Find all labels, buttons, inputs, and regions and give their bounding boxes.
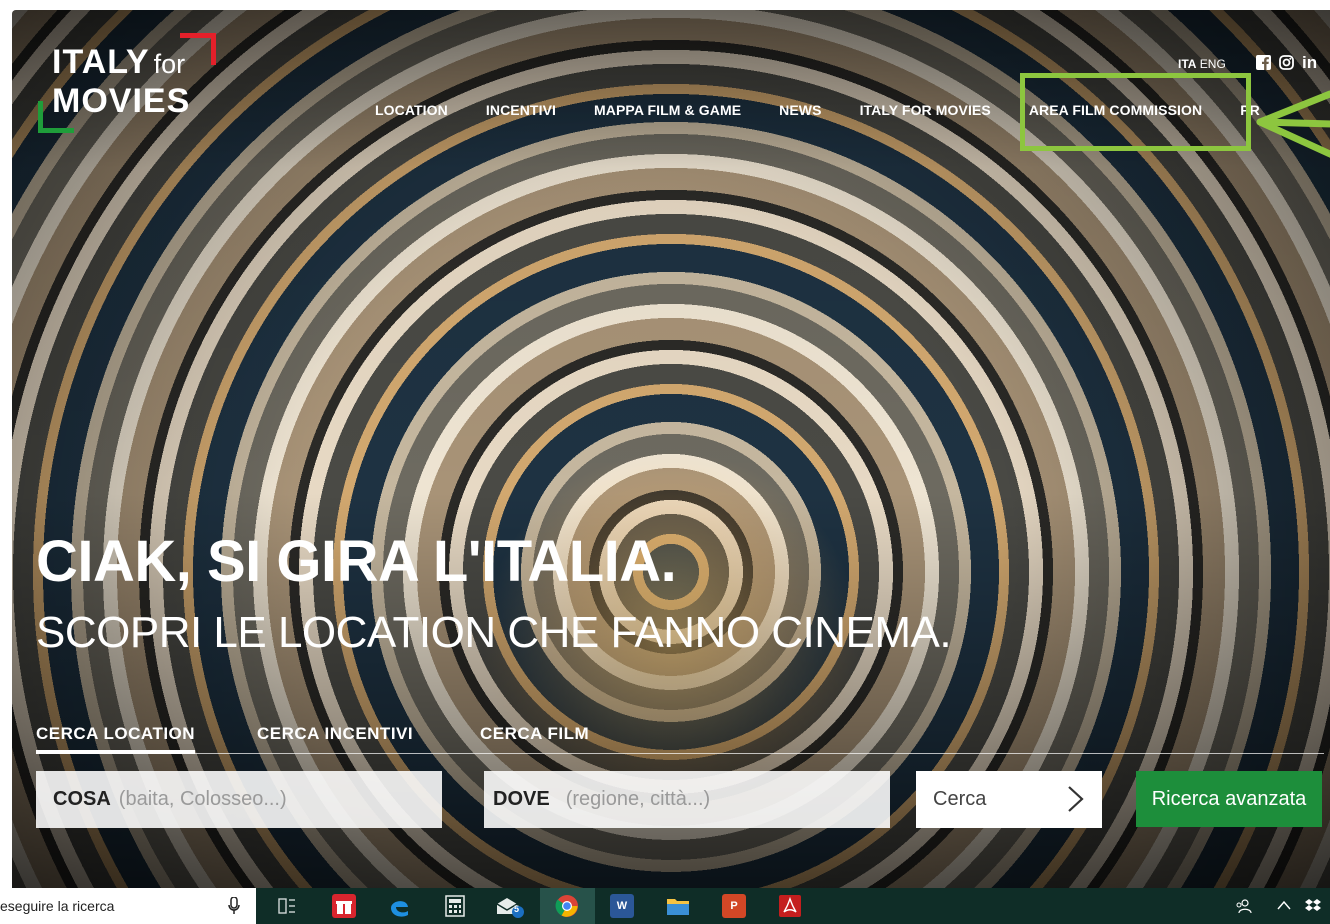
instagram-icon[interactable]: [1279, 55, 1294, 74]
hero-subline: SCOPRI LE LOCATION CHE FANNO CINEMA.: [36, 608, 952, 657]
file-explorer-icon[interactable]: [666, 894, 690, 918]
tab-cerca-film[interactable]: CERCA FILM: [480, 724, 589, 744]
chevron-right-icon: [1068, 786, 1084, 812]
dove-input[interactable]: DOVE (regione, città...): [484, 771, 890, 828]
cosa-label: COSA: [53, 788, 111, 810]
highlight-box: [1020, 73, 1251, 151]
dropbox-icon[interactable]: [1304, 898, 1322, 917]
cosa-placeholder: (baita, Colosseo...): [118, 788, 287, 810]
ricerca-avanzata-button[interactable]: Ricerca avanzata: [1136, 771, 1322, 827]
cerca-button[interactable]: Cerca: [916, 771, 1102, 828]
logo-red-corner-v: [211, 33, 216, 65]
lang-ita[interactable]: ITA: [1178, 57, 1196, 71]
arrow-icon: [1256, 90, 1330, 158]
edge-icon[interactable]: [387, 894, 411, 918]
linkedin-icon[interactable]: in: [1302, 54, 1317, 74]
acrobat-icon[interactable]: [778, 894, 802, 918]
task-view-icon[interactable]: [275, 894, 299, 918]
powerpoint-icon[interactable]: P: [722, 894, 746, 918]
social-links: in: [1256, 54, 1317, 74]
gift-icon[interactable]: [332, 894, 356, 918]
facebook-icon[interactable]: [1256, 55, 1271, 74]
dove-label: DOVE: [493, 788, 550, 810]
calculator-icon[interactable]: [443, 894, 467, 918]
logo-green-corner: [38, 128, 74, 133]
word-icon[interactable]: W: [610, 894, 634, 918]
logo-line-2: MOVIES: [52, 82, 191, 120]
tab-cerca-location[interactable]: CERCA LOCATION: [36, 724, 196, 754]
mail-badge: 5: [514, 904, 520, 914]
search-tabs: CERCA LOCATION CERCA INCENTIVI CERCA FIL…: [36, 722, 1324, 754]
hero-headline: CIAK, SI GIRA L'ITALIA.: [36, 529, 677, 594]
chrome-icon[interactable]: [555, 894, 579, 918]
nav-mappa-film-game[interactable]: MAPPA FILM & GAME: [594, 102, 741, 118]
windows-taskbar: eseguire la ricerca 5 W P: [0, 888, 1330, 924]
taskbar-search-box[interactable]: eseguire la ricerca: [0, 888, 256, 924]
nav-news[interactable]: NEWS: [779, 102, 821, 118]
lang-eng[interactable]: ENG: [1200, 57, 1226, 71]
logo-line-1: ITALY for: [52, 43, 186, 81]
mail-icon[interactable]: 5: [495, 894, 525, 918]
language-switch: ITA ENG: [1178, 57, 1226, 71]
taskbar-search-text: eseguire la ricerca: [0, 898, 115, 914]
tab-cerca-incentivi[interactable]: CERCA INCENTIVI: [257, 724, 413, 744]
microphone-icon[interactable]: [228, 897, 240, 915]
nav-location[interactable]: LOCATION: [375, 102, 448, 118]
dove-placeholder: (regione, città...): [565, 788, 711, 810]
nav-italy-for-movies[interactable]: ITALY FOR MOVIES: [860, 102, 991, 118]
site-logo[interactable]: ITALY for MOVIES: [38, 33, 223, 143]
cosa-input[interactable]: COSA (baita, Colosseo...): [36, 771, 442, 828]
chevron-up-icon[interactable]: [1276, 898, 1292, 915]
cerca-label: Cerca: [933, 788, 987, 810]
nav-incentivi[interactable]: INCENTIVI: [486, 102, 556, 118]
people-icon[interactable]: [1236, 898, 1252, 917]
